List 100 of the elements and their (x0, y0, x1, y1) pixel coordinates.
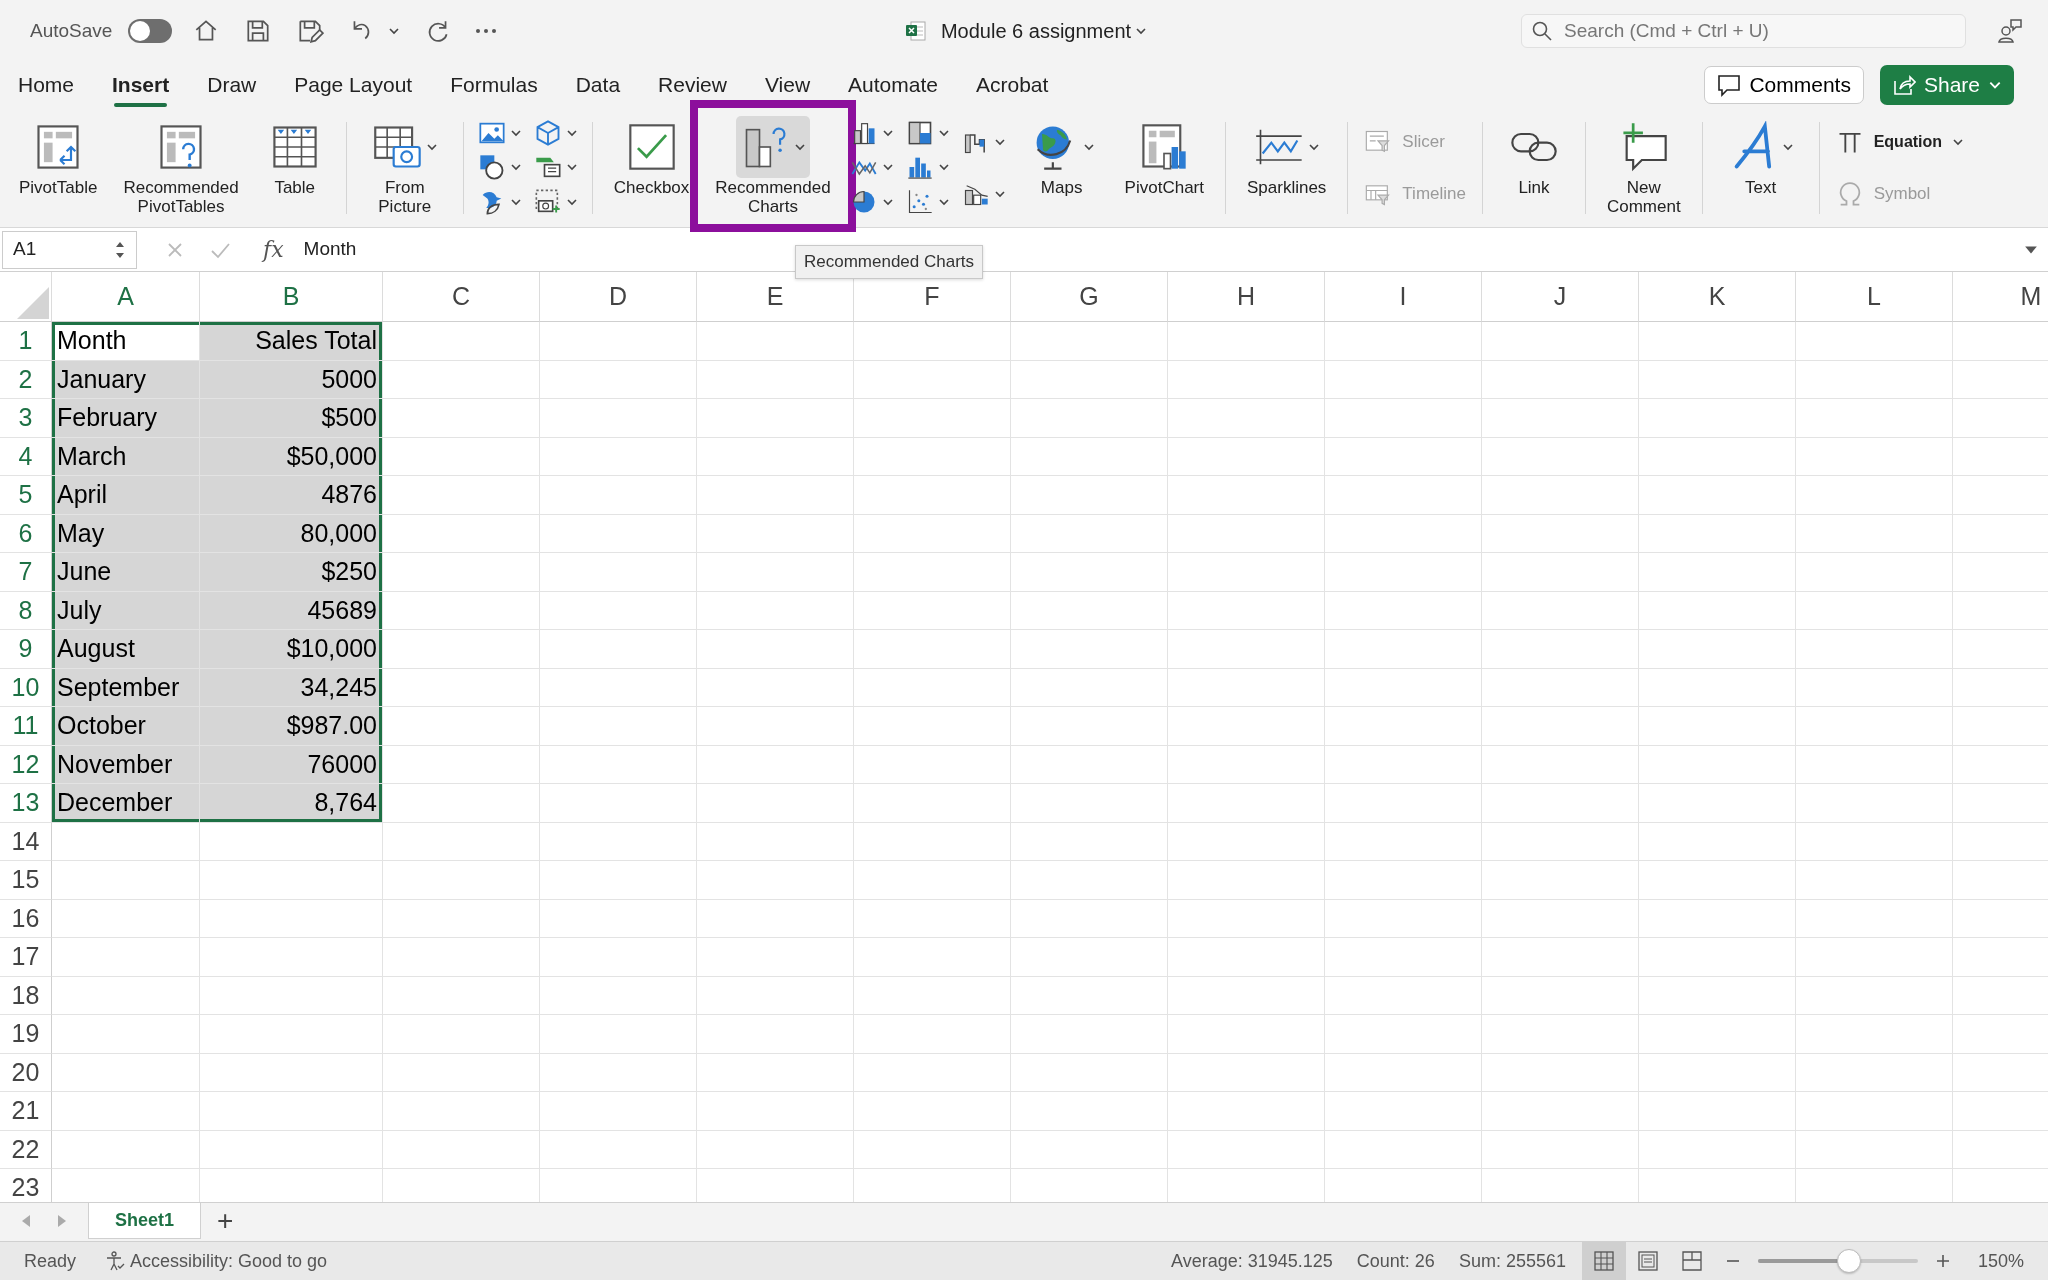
empty-cell[interactable] (1011, 938, 1168, 977)
empty-cell[interactable] (200, 899, 383, 938)
link-button[interactable]: Link (1492, 115, 1575, 220)
empty-cell[interactable] (1168, 668, 1325, 707)
empty-cell[interactable] (1011, 630, 1168, 669)
empty-cell[interactable] (1168, 899, 1325, 938)
checkbox-button[interactable]: Checkbox (602, 115, 701, 220)
empty-cell[interactable] (540, 1015, 697, 1054)
empty-cell[interactable] (540, 322, 697, 361)
camera-table-button[interactable]: From Picture (356, 115, 453, 220)
row-number[interactable]: 17 (0, 938, 52, 977)
spreadsheet-cell[interactable]: 45689 (200, 591, 383, 630)
spreadsheet-cell[interactable]: October (52, 707, 200, 746)
empty-cell[interactable] (854, 476, 1011, 515)
empty-cell[interactable] (1639, 630, 1796, 669)
empty-cell[interactable] (1168, 707, 1325, 746)
empty-cell[interactable] (52, 1092, 200, 1131)
empty-cell[interactable] (1168, 476, 1325, 515)
empty-cell[interactable] (697, 514, 854, 553)
empty-cell[interactable] (854, 861, 1011, 900)
empty-cell[interactable] (1168, 1130, 1325, 1169)
empty-cell[interactable] (1482, 1053, 1639, 1092)
autosave-toggle[interactable] (128, 19, 173, 43)
row-number[interactable]: 19 (0, 1015, 52, 1054)
empty-cell[interactable] (52, 861, 200, 900)
empty-cell[interactable] (854, 630, 1011, 669)
empty-cell[interactable] (1168, 630, 1325, 669)
spreadsheet-cell[interactable]: 4876 (200, 476, 383, 515)
empty-cell[interactable] (1482, 668, 1639, 707)
empty-cell[interactable] (383, 1053, 540, 1092)
empty-cell[interactable] (1168, 322, 1325, 361)
empty-cell[interactable] (697, 899, 854, 938)
empty-cell[interactable] (1325, 1015, 1482, 1054)
empty-cell[interactable] (697, 976, 854, 1015)
empty-cell[interactable] (1482, 591, 1639, 630)
empty-cell[interactable] (52, 1053, 200, 1092)
empty-cell[interactable] (1325, 514, 1482, 553)
empty-cell[interactable] (540, 745, 697, 784)
empty-cell[interactable] (1168, 976, 1325, 1015)
spreadsheet-cell[interactable]: November (52, 745, 200, 784)
empty-cell[interactable] (1168, 360, 1325, 399)
empty-cell[interactable] (540, 861, 697, 900)
empty-cell[interactable] (854, 514, 1011, 553)
empty-cell[interactable] (1482, 976, 1639, 1015)
empty-cell[interactable] (854, 899, 1011, 938)
column-header[interactable]: D (540, 272, 697, 322)
empty-cell[interactable] (383, 1130, 540, 1169)
empty-cell[interactable] (1639, 976, 1796, 1015)
search-field[interactable]: Search (Cmd + Ctrl + U) (1521, 14, 1966, 48)
empty-cell[interactable] (1011, 745, 1168, 784)
empty-cell[interactable] (200, 976, 383, 1015)
column-header[interactable]: B (200, 272, 383, 322)
empty-cell[interactable] (383, 938, 540, 977)
empty-cell[interactable] (1482, 899, 1639, 938)
row-number[interactable]: 22 (0, 1130, 52, 1169)
empty-cell[interactable] (540, 822, 697, 861)
empty-cell[interactable] (1325, 745, 1482, 784)
empty-cell[interactable] (1796, 322, 1953, 361)
empty-cell[interactable] (697, 707, 854, 746)
empty-cell[interactable] (1796, 938, 1953, 977)
empty-cell[interactable] (1482, 514, 1639, 553)
empty-cell[interactable] (540, 1092, 697, 1131)
empty-cell[interactable] (52, 1130, 200, 1169)
sparkline-button[interactable]: Sparklines (1236, 115, 1338, 220)
spreadsheet-cell[interactable]: July (52, 591, 200, 630)
empty-cell[interactable] (854, 399, 1011, 438)
empty-cell[interactable] (383, 1015, 540, 1054)
empty-cell[interactable] (1482, 437, 1639, 476)
empty-cell[interactable] (697, 938, 854, 977)
empty-cell[interactable] (697, 476, 854, 515)
empty-cell[interactable] (1796, 1092, 1953, 1131)
empty-cell[interactable] (200, 1015, 383, 1054)
empty-cell[interactable] (1325, 784, 1482, 823)
empty-cell[interactable] (697, 1130, 854, 1169)
comments-button[interactable]: Comments (1704, 66, 1864, 104)
empty-cell[interactable] (697, 591, 854, 630)
empty-cell[interactable] (540, 630, 697, 669)
spreadsheet-cell[interactable]: 5000 (200, 360, 383, 399)
ribbon-tab[interactable]: Acrobat (975, 65, 1049, 105)
column-header[interactable]: C (383, 272, 540, 322)
empty-cell[interactable] (383, 1092, 540, 1131)
empty-cell[interactable] (540, 938, 697, 977)
empty-cell[interactable] (52, 976, 200, 1015)
empty-cell[interactable] (697, 1053, 854, 1092)
empty-cell[interactable] (697, 553, 854, 592)
comment-plus-button[interactable]: New Comment (1595, 115, 1692, 220)
column-header[interactable]: G (1011, 272, 1168, 322)
empty-cell[interactable] (1639, 591, 1796, 630)
column-header[interactable]: A (52, 272, 200, 322)
empty-cell[interactable] (200, 861, 383, 900)
spreadsheet-cell[interactable]: $500 (200, 399, 383, 438)
empty-cell[interactable] (540, 476, 697, 515)
select-all-button[interactable] (0, 272, 52, 322)
empty-cell[interactable] (1011, 437, 1168, 476)
empty-cell[interactable] (1796, 861, 1953, 900)
ribbon-tab[interactable]: Data (575, 65, 621, 105)
spreadsheet-cell[interactable]: February (52, 399, 200, 438)
empty-cell[interactable] (1168, 1092, 1325, 1131)
empty-cell[interactable] (1168, 784, 1325, 823)
column-header[interactable]: K (1639, 272, 1796, 322)
